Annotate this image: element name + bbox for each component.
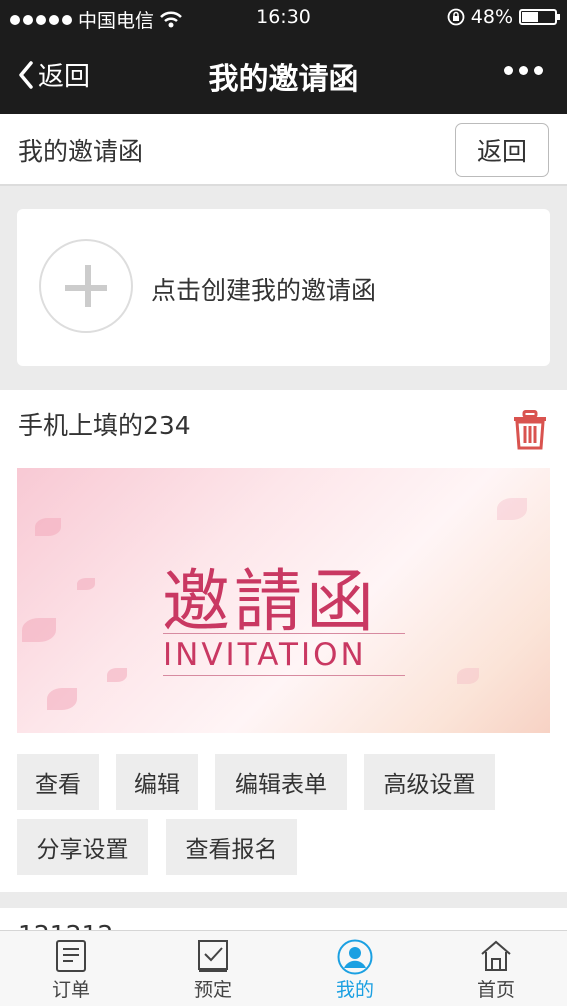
invitation-card: 手机上填的234 邀請函 INVITATION 查看 编辑 编辑表单 高级设置 … (0, 390, 567, 892)
page-title: 我的邀请函 (18, 137, 144, 166)
tab-booking[interactable]: 预定 (163, 939, 263, 1002)
tab-booking-label: 预定 (193, 979, 232, 1001)
back-button[interactable]: 返回 (455, 123, 549, 177)
tab-mine-label: 我的 (335, 979, 374, 1001)
view-registrations-button[interactable]: 查看报名 (166, 819, 297, 875)
nav-back-button[interactable]: 返回 (18, 56, 90, 93)
battery-icon (519, 9, 560, 25)
document-icon (56, 940, 86, 972)
edit-form-button[interactable]: 编辑表单 (215, 754, 347, 810)
rotation-lock-icon (447, 8, 465, 26)
tab-orders[interactable]: 订单 (21, 939, 121, 1002)
banner-subtitle: INVITATION (163, 637, 367, 673)
status-bar: 中国电信 16:30 48% (0, 0, 567, 36)
trash-icon[interactable] (513, 410, 547, 450)
invitation-name: 手机上填的234 (18, 411, 191, 440)
tab-home-label: 首页 (476, 979, 515, 1001)
banner-divider (163, 633, 405, 634)
battery-percent: 48% (470, 6, 513, 28)
banner-divider (163, 675, 405, 676)
edit-button[interactable]: 编辑 (116, 754, 198, 810)
page-header: 我的邀请函 返回 (0, 114, 567, 186)
more-menu-button[interactable] (504, 66, 543, 75)
share-settings-button[interactable]: 分享设置 (17, 819, 148, 875)
invitation-banner[interactable]: 邀請函 INVITATION (17, 468, 550, 733)
banner-title: 邀請函 (162, 563, 379, 642)
tab-orders-label: 订单 (51, 979, 90, 1001)
home-icon (481, 940, 511, 971)
plus-icon (39, 239, 133, 333)
nav-back-label: 返回 (38, 62, 91, 92)
advanced-settings-button[interactable]: 高级设置 (364, 754, 495, 810)
create-invitation-card[interactable]: 点击创建我的邀请函 (17, 209, 550, 366)
view-button[interactable]: 查看 (17, 754, 99, 810)
chevron-left-icon (19, 60, 33, 89)
navigation-bar: 返回 我的邀请函 (0, 36, 567, 114)
tab-home[interactable]: 首页 (446, 939, 546, 1002)
tab-mine[interactable]: 我的 (305, 939, 405, 1002)
checkbox-icon (198, 940, 228, 972)
create-invitation-label: 点击创建我的邀请函 (151, 276, 377, 305)
tab-bar: 订单 预定 我的 首页 (0, 930, 567, 1006)
user-icon (337, 939, 373, 975)
